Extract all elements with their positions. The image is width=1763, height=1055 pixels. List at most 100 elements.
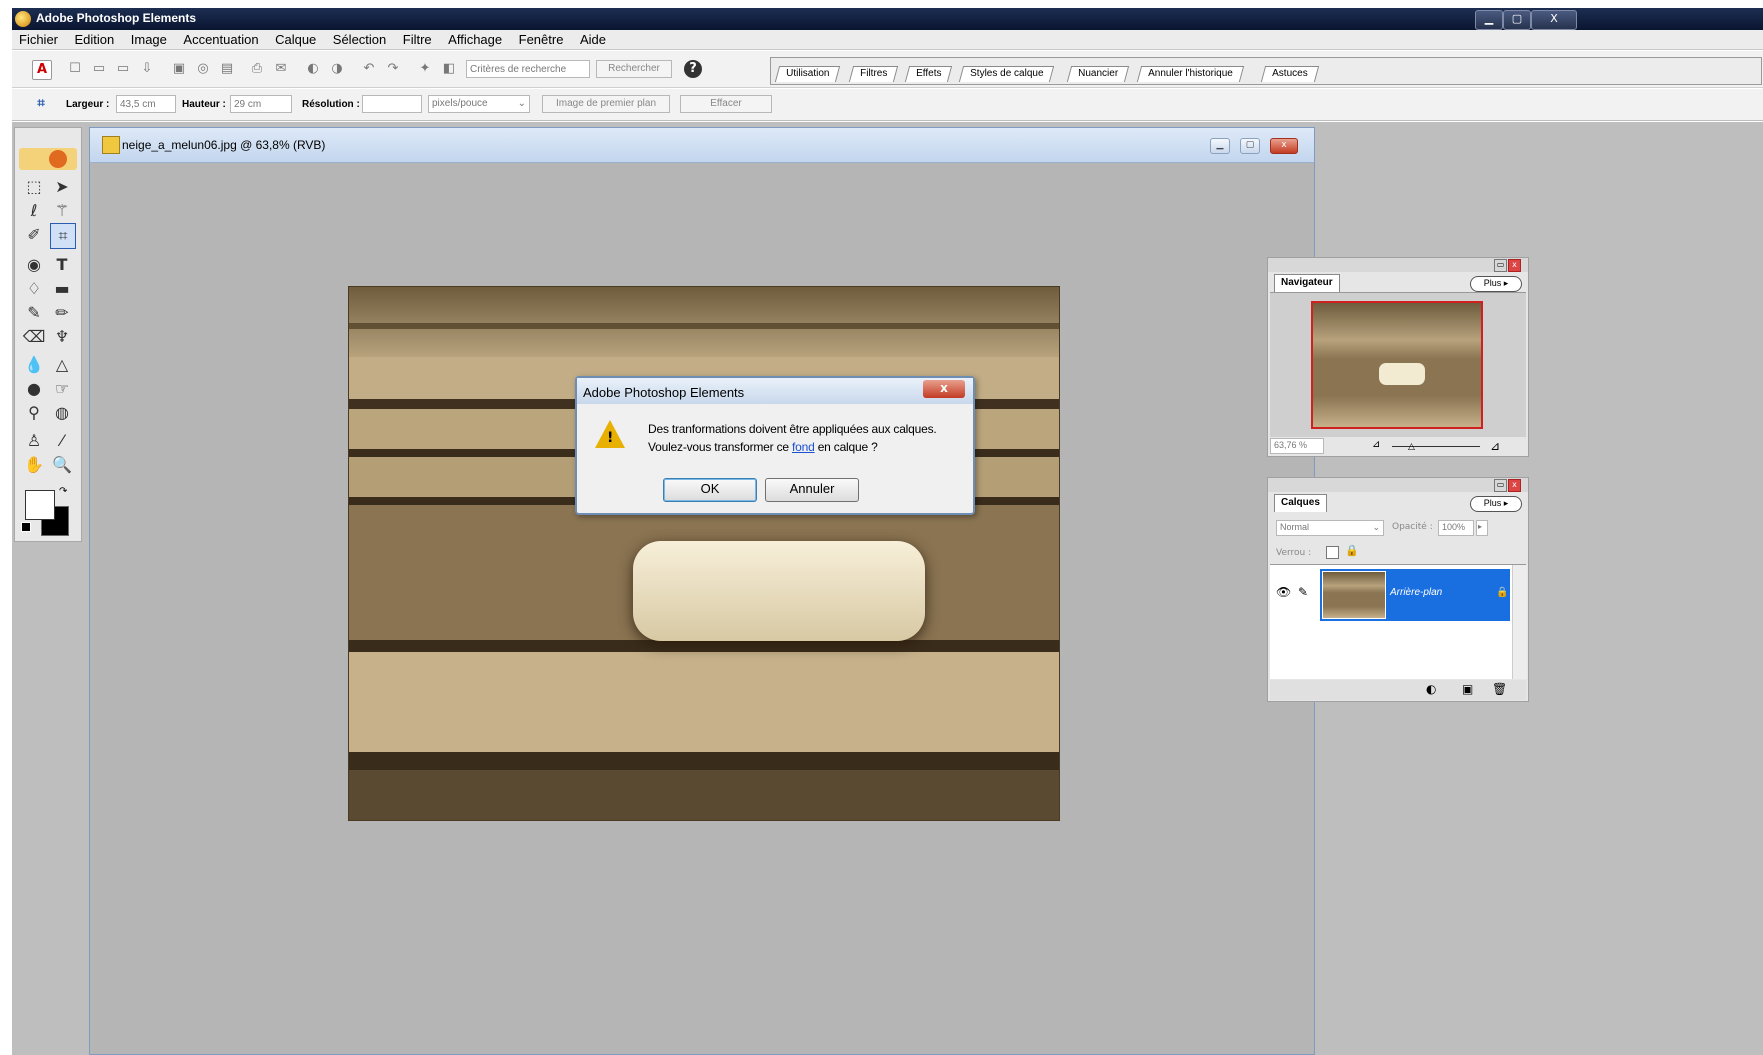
resolution-input[interactable] — [362, 95, 422, 113]
default-colors-icon[interactable] — [21, 522, 31, 532]
lock-all-icon[interactable]: 🔒 — [1345, 544, 1359, 557]
fond-link[interactable]: fond — [792, 440, 815, 454]
import-icon[interactable]: ⇩ — [138, 60, 156, 78]
pencil-tool-icon[interactable]: ✏ — [50, 301, 74, 325]
zoom-out-icon[interactable]: ⊿ — [1372, 439, 1380, 450]
red-eye-tool-icon[interactable]: ◉ — [22, 253, 46, 277]
menu-fichier[interactable]: Fichier — [12, 30, 64, 47]
search-input[interactable] — [466, 60, 590, 78]
maximize-icon[interactable]: ▢ — [1503, 10, 1531, 30]
layers-close-icon[interactable]: x — [1508, 479, 1521, 492]
layer-row[interactable]: Arrière-plan 🔒 — [1320, 569, 1510, 621]
eraser-tool-icon[interactable]: ⌫ — [22, 325, 46, 349]
layer-visibility-icon[interactable]: 👁 — [1276, 585, 1291, 599]
opacity-arrow-icon[interactable]: ▸ — [1476, 520, 1488, 536]
zoom-tool-icon[interactable]: 🔍 — [50, 453, 74, 477]
blend-mode-select[interactable]: Normal ⌄ — [1276, 520, 1384, 536]
width-input[interactable] — [116, 95, 176, 113]
front-image-button[interactable]: Image de premier plan — [542, 95, 670, 113]
tab-utilisation[interactable]: Utilisation — [774, 66, 841, 82]
delete-layer-icon[interactable]: 🗑 — [1492, 682, 1507, 696]
dodge-tool-icon[interactable]: ⚲ — [22, 401, 46, 425]
selection-brush-tool-icon[interactable]: ✐ — [22, 223, 46, 247]
menu-calque[interactable]: Calque — [268, 30, 322, 47]
magic-wand-tool-icon[interactable]: ⚚ — [50, 199, 74, 223]
tab-annuler-historique[interactable]: Annuler l'historique — [1136, 66, 1244, 82]
online-services-icon[interactable]: ◐ — [304, 60, 322, 78]
layers-scrollbar[interactable] — [1512, 565, 1527, 679]
impressionist-brush-tool-icon[interactable]: ♆ — [50, 325, 74, 349]
new-adjustment-layer-icon[interactable]: ◐ — [1426, 682, 1436, 696]
tab-styles-de-calque[interactable]: Styles de calque — [958, 66, 1055, 82]
burn-tool-icon[interactable]: ◍ — [50, 401, 74, 425]
navigator-tab[interactable]: Navigateur — [1274, 274, 1340, 292]
new-file-icon[interactable]: ☐ — [66, 60, 84, 78]
menu-edition[interactable]: Edition — [68, 30, 121, 47]
sharpen-tool-icon[interactable]: △ — [50, 353, 74, 377]
tab-filtres[interactable]: Filtres — [848, 66, 899, 82]
smudge-tool-icon[interactable]: ☞ — [50, 377, 74, 401]
save-icon[interactable]: ▣ — [170, 60, 188, 78]
zoom-in-icon[interactable]: ⊿ — [1490, 439, 1500, 453]
zoom-slider-handle[interactable]: △ — [1408, 442, 1415, 452]
menu-selection[interactable]: Sélection — [326, 30, 392, 47]
close-icon[interactable]: X — [1531, 10, 1577, 30]
zoom-slider[interactable] — [1392, 446, 1480, 447]
height-input[interactable] — [230, 95, 292, 113]
undo-icon[interactable]: ↶ — [360, 60, 378, 78]
dialog-close-icon[interactable]: x — [923, 380, 965, 398]
save-web-icon[interactable]: ◎ — [194, 60, 212, 78]
lock-transparency-icon[interactable] — [1326, 546, 1339, 559]
brush-tool-icon[interactable]: ✎ — [22, 301, 46, 325]
resolution-unit-select[interactable]: pixels/pouce ⌄ — [428, 95, 530, 113]
photo-canvas[interactable] — [348, 286, 1060, 821]
quick-fix-icon[interactable]: ✦ — [416, 60, 434, 78]
search-button[interactable]: Rechercher — [596, 60, 672, 78]
menu-image[interactable]: Image — [124, 30, 173, 47]
tab-astuces[interactable]: Astuces — [1260, 66, 1319, 82]
navigator-more-button[interactable]: Plus ▸ — [1470, 276, 1522, 292]
layers-collapse-icon[interactable]: ▭ — [1494, 479, 1507, 492]
menu-filtre[interactable]: Filtre — [396, 30, 438, 47]
menu-affichage[interactable]: Affichage — [441, 30, 508, 47]
share-icon[interactable]: ◑ — [328, 60, 346, 78]
doc-minimize-icon[interactable]: ▁ — [1210, 138, 1230, 154]
foreground-color-swatch[interactable] — [25, 490, 55, 520]
menu-aide[interactable]: Aide — [573, 30, 612, 47]
paint-bucket-tool-icon[interactable]: ♢ — [22, 277, 46, 301]
sponge-tool-icon[interactable]: ● — [22, 377, 46, 401]
crop-tool-icon[interactable]: ⌗ — [50, 223, 76, 249]
layers-more-button[interactable]: Plus ▸ — [1470, 496, 1522, 512]
navigator-close-icon[interactable]: x — [1508, 259, 1521, 272]
move-tool-icon[interactable]: ➤ — [50, 175, 74, 199]
doc-close-icon[interactable]: x — [1270, 138, 1298, 154]
open-icon[interactable]: ▭ — [90, 60, 108, 78]
clear-button[interactable]: Effacer — [680, 95, 772, 113]
doc-maximize-icon[interactable]: ▢ — [1240, 138, 1260, 154]
new-layer-icon[interactable]: ▣ — [1462, 682, 1473, 696]
clone-stamp-tool-icon[interactable]: ♙ — [22, 429, 46, 453]
photo-browser-icon[interactable]: ◧ — [440, 60, 458, 78]
minimize-icon[interactable]: ▁ — [1475, 10, 1503, 30]
tab-nuancier[interactable]: Nuancier — [1066, 66, 1130, 82]
eyedropper-tool-icon[interactable]: ⁄ — [50, 429, 74, 453]
gradient-tool-icon[interactable]: ▬ — [50, 277, 74, 301]
layers-tab[interactable]: Calques — [1274, 494, 1327, 512]
type-tool-icon[interactable]: T — [50, 253, 74, 277]
email-icon[interactable]: ✉ — [272, 60, 290, 78]
navigator-collapse-icon[interactable]: ▭ — [1494, 259, 1507, 272]
redo-icon[interactable]: ↷ — [384, 60, 402, 78]
ok-button[interactable]: OK — [663, 478, 757, 502]
layer-link-icon[interactable]: ✎ — [1298, 585, 1308, 599]
hand-tool-icon[interactable]: ✋ — [22, 453, 46, 477]
navigator-zoom-input[interactable]: 63,76 % — [1270, 438, 1324, 454]
browse-icon[interactable]: ▭ — [114, 60, 132, 78]
swap-colors-icon[interactable]: ↷ — [59, 486, 67, 497]
cancel-button[interactable]: Annuler — [765, 478, 859, 502]
marquee-tool-icon[interactable]: ⬚ — [22, 175, 46, 199]
blur-tool-icon[interactable]: 💧 — [22, 353, 46, 377]
lasso-tool-icon[interactable]: ℓ — [22, 199, 46, 223]
layer-name[interactable]: Arrière-plan — [1390, 587, 1442, 598]
menu-accentuation[interactable]: Accentuation — [176, 30, 264, 47]
print-icon[interactable]: ⎙ — [248, 60, 266, 78]
